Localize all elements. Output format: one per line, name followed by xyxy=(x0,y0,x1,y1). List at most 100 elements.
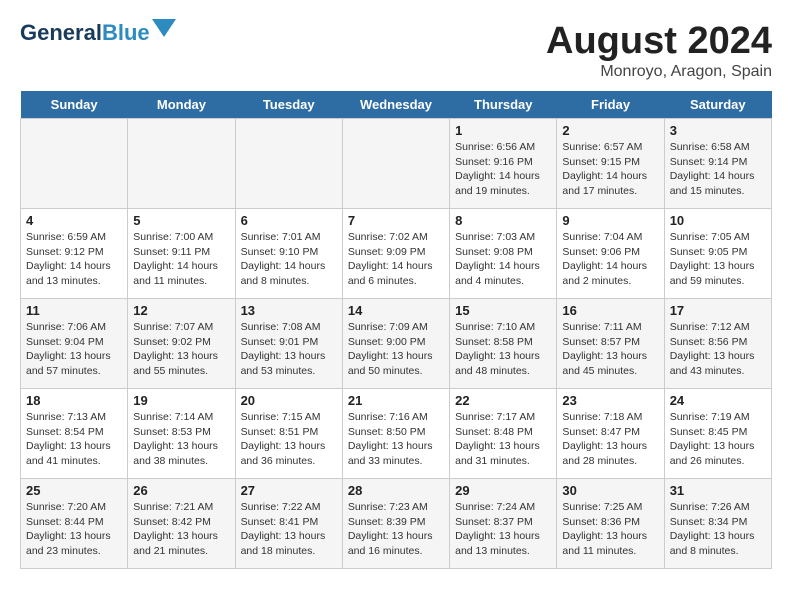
day-info: Sunrise: 7:20 AMSunset: 8:44 PMDaylight:… xyxy=(26,500,122,559)
calendar-cell: 19Sunrise: 7:14 AMSunset: 8:53 PMDayligh… xyxy=(128,389,235,479)
day-info: Sunrise: 7:17 AMSunset: 8:48 PMDaylight:… xyxy=(455,410,551,469)
day-number: 1 xyxy=(455,123,551,138)
title-block: August 2024 Monroyo, Aragon, Spain xyxy=(546,20,772,81)
calendar-cell: 25 Sunrise: 7:20 AMSunset: 8:44 PMDayligh… xyxy=(21,479,128,569)
day-number: 28 xyxy=(348,483,444,498)
calendar-cell: 29 Sunrise: 7:24 AMSunset: 8:37 PMDayligh… xyxy=(450,479,557,569)
calendar-week-4: 18 Sunrise: 7:13 AMSunset: 8:54 PMDayligh… xyxy=(21,389,772,479)
calendar-cell: 8 Sunrise: 7:03 AMSunset: 9:08 PMDaylight… xyxy=(450,209,557,299)
calendar-cell: 14 Sunrise: 7:09 AMSunset: 9:00 PMDayligh… xyxy=(342,299,449,389)
calendar-cell: 9 Sunrise: 7:04 AMSunset: 9:06 PMDaylight… xyxy=(557,209,664,299)
day-number: 24 xyxy=(670,393,766,408)
calendar-cell: 5 Sunrise: 7:00 AMSunset: 9:11 PMDaylight… xyxy=(128,209,235,299)
day-info: Sunrise: 7:26 AMSunset: 8:34 PMDaylight:… xyxy=(670,500,766,559)
day-number: 11 xyxy=(26,303,122,318)
day-info: Sunrise: 7:23 AMSunset: 8:39 PMDaylight:… xyxy=(348,500,444,559)
day-info: Sunrise: 7:16 AMSunset: 8:50 PMDaylight:… xyxy=(348,410,444,469)
day-number: 29 xyxy=(455,483,551,498)
calendar-subtitle: Monroyo, Aragon, Spain xyxy=(546,63,772,81)
calendar-cell xyxy=(342,119,449,209)
calendar-cell: 13Sunrise: 7:08 AMSunset: 9:01 PMDayligh… xyxy=(235,299,342,389)
day-info: Sunrise: 7:03 AMSunset: 9:08 PMDaylight:… xyxy=(455,230,551,289)
day-info: Sunrise: 7:25 AMSunset: 8:36 PMDaylight:… xyxy=(562,500,658,559)
day-header-wednesday: Wednesday xyxy=(342,91,449,119)
day-info: Sunrise: 7:10 AMSunset: 8:58 PMDaylight:… xyxy=(455,320,551,379)
logo-arrow-icon xyxy=(152,19,176,43)
day-info: Sunrise: 7:11 AMSunset: 8:57 PMDaylight:… xyxy=(562,320,658,379)
calendar-week-5: 25 Sunrise: 7:20 AMSunset: 8:44 PMDayligh… xyxy=(21,479,772,569)
calendar-cell: 24 Sunrise: 7:19 AMSunset: 8:45 PMDayligh… xyxy=(664,389,771,479)
day-number: 9 xyxy=(562,213,658,228)
day-header-tuesday: Tuesday xyxy=(235,91,342,119)
logo-icon: GeneralBlue xyxy=(20,20,176,46)
day-number: 14 xyxy=(348,303,444,318)
calendar-week-1: 1 Sunrise: 6:56 AMSunset: 9:16 PMDaylight… xyxy=(21,119,772,209)
day-number: 7 xyxy=(348,213,444,228)
day-number: 31 xyxy=(670,483,766,498)
calendar-cell: 12 Sunrise: 7:07 AMSunset: 9:02 PMDayligh… xyxy=(128,299,235,389)
day-info: Sunrise: 7:19 AMSunset: 8:45 PMDaylight:… xyxy=(670,410,766,469)
day-header-friday: Friday xyxy=(557,91,664,119)
calendar-cell: 4 Sunrise: 6:59 AMSunset: 9:12 PMDaylight… xyxy=(21,209,128,299)
day-info: Sunrise: 7:24 AMSunset: 8:37 PMDaylight:… xyxy=(455,500,551,559)
calendar-cell: 31 Sunrise: 7:26 AMSunset: 8:34 PMDayligh… xyxy=(664,479,771,569)
calendar-cell: 23Sunrise: 7:18 AMSunset: 8:47 PMDayligh… xyxy=(557,389,664,479)
calendar-cell: 21 Sunrise: 7:16 AMSunset: 8:50 PMDayligh… xyxy=(342,389,449,479)
day-number: 27 xyxy=(241,483,337,498)
day-number: 18 xyxy=(26,393,122,408)
day-info: Sunrise: 7:22 AMSunset: 8:41 PMDaylight:… xyxy=(241,500,337,559)
day-number: 5 xyxy=(133,213,229,228)
calendar-cell: 30Sunrise: 7:25 AMSunset: 8:36 PMDayligh… xyxy=(557,479,664,569)
day-number: 23 xyxy=(562,393,658,408)
calendar-cell: 6Sunrise: 7:01 AMSunset: 9:10 PMDaylight… xyxy=(235,209,342,299)
day-number: 4 xyxy=(26,213,122,228)
page-header: GeneralBlue August 2024 Monroyo, Aragon,… xyxy=(20,20,772,81)
day-info: Sunrise: 7:12 AMSunset: 8:56 PMDaylight:… xyxy=(670,320,766,379)
day-number: 2 xyxy=(562,123,658,138)
day-number: 17 xyxy=(670,303,766,318)
days-of-week-row: SundayMondayTuesdayWednesdayThursdayFrid… xyxy=(21,91,772,119)
day-number: 26 xyxy=(133,483,229,498)
day-info: Sunrise: 7:08 AMSunset: 9:01 PMDaylight:… xyxy=(241,320,337,379)
day-info: Sunrise: 6:57 AMSunset: 9:15 PMDaylight:… xyxy=(562,140,658,199)
day-header-monday: Monday xyxy=(128,91,235,119)
day-header-thursday: Thursday xyxy=(450,91,557,119)
day-info: Sunrise: 7:05 AMSunset: 9:05 PMDaylight:… xyxy=(670,230,766,289)
day-info: Sunrise: 7:04 AMSunset: 9:06 PMDaylight:… xyxy=(562,230,658,289)
calendar-cell: 7 Sunrise: 7:02 AMSunset: 9:09 PMDaylight… xyxy=(342,209,449,299)
calendar-cell: 3Sunrise: 6:58 AMSunset: 9:14 PMDaylight… xyxy=(664,119,771,209)
calendar-cell: 10Sunrise: 7:05 AMSunset: 9:05 PMDayligh… xyxy=(664,209,771,299)
day-header-saturday: Saturday xyxy=(664,91,771,119)
calendar-table: SundayMondayTuesdayWednesdayThursdayFrid… xyxy=(20,91,772,569)
day-info: Sunrise: 7:07 AMSunset: 9:02 PMDaylight:… xyxy=(133,320,229,379)
day-info: Sunrise: 6:58 AMSunset: 9:14 PMDaylight:… xyxy=(670,140,766,199)
day-info: Sunrise: 7:15 AMSunset: 8:51 PMDaylight:… xyxy=(241,410,337,469)
day-number: 12 xyxy=(133,303,229,318)
day-number: 16 xyxy=(562,303,658,318)
day-info: Sunrise: 7:13 AMSunset: 8:54 PMDaylight:… xyxy=(26,410,122,469)
calendar-cell xyxy=(21,119,128,209)
calendar-body: 1 Sunrise: 6:56 AMSunset: 9:16 PMDaylight… xyxy=(21,119,772,569)
day-info: Sunrise: 7:09 AMSunset: 9:00 PMDaylight:… xyxy=(348,320,444,379)
day-header-sunday: Sunday xyxy=(21,91,128,119)
day-number: 25 xyxy=(26,483,122,498)
day-info: Sunrise: 7:01 AMSunset: 9:10 PMDaylight:… xyxy=(241,230,337,289)
calendar-cell: 11 Sunrise: 7:06 AMSunset: 9:04 PMDayligh… xyxy=(21,299,128,389)
day-number: 20 xyxy=(241,393,337,408)
day-info: Sunrise: 7:14 AMSunset: 8:53 PMDaylight:… xyxy=(133,410,229,469)
day-number: 8 xyxy=(455,213,551,228)
day-info: Sunrise: 6:56 AMSunset: 9:16 PMDaylight:… xyxy=(455,140,551,199)
logo: GeneralBlue xyxy=(20,20,176,46)
calendar-week-3: 11 Sunrise: 7:06 AMSunset: 9:04 PMDayligh… xyxy=(21,299,772,389)
day-info: Sunrise: 7:06 AMSunset: 9:04 PMDaylight:… xyxy=(26,320,122,379)
day-info: Sunrise: 6:59 AMSunset: 9:12 PMDaylight:… xyxy=(26,230,122,289)
calendar-cell: 27 Sunrise: 7:22 AMSunset: 8:41 PMDayligh… xyxy=(235,479,342,569)
calendar-cell: 17 Sunrise: 7:12 AMSunset: 8:56 PMDayligh… xyxy=(664,299,771,389)
day-number: 21 xyxy=(348,393,444,408)
calendar-cell: 18 Sunrise: 7:13 AMSunset: 8:54 PMDayligh… xyxy=(21,389,128,479)
day-info: Sunrise: 7:02 AMSunset: 9:09 PMDaylight:… xyxy=(348,230,444,289)
day-info: Sunrise: 7:00 AMSunset: 9:11 PMDaylight:… xyxy=(133,230,229,289)
calendar-cell: 16 Sunrise: 7:11 AMSunset: 8:57 PMDayligh… xyxy=(557,299,664,389)
calendar-cell: 1 Sunrise: 6:56 AMSunset: 9:16 PMDaylight… xyxy=(450,119,557,209)
calendar-cell: 26Sunrise: 7:21 AMSunset: 8:42 PMDayligh… xyxy=(128,479,235,569)
